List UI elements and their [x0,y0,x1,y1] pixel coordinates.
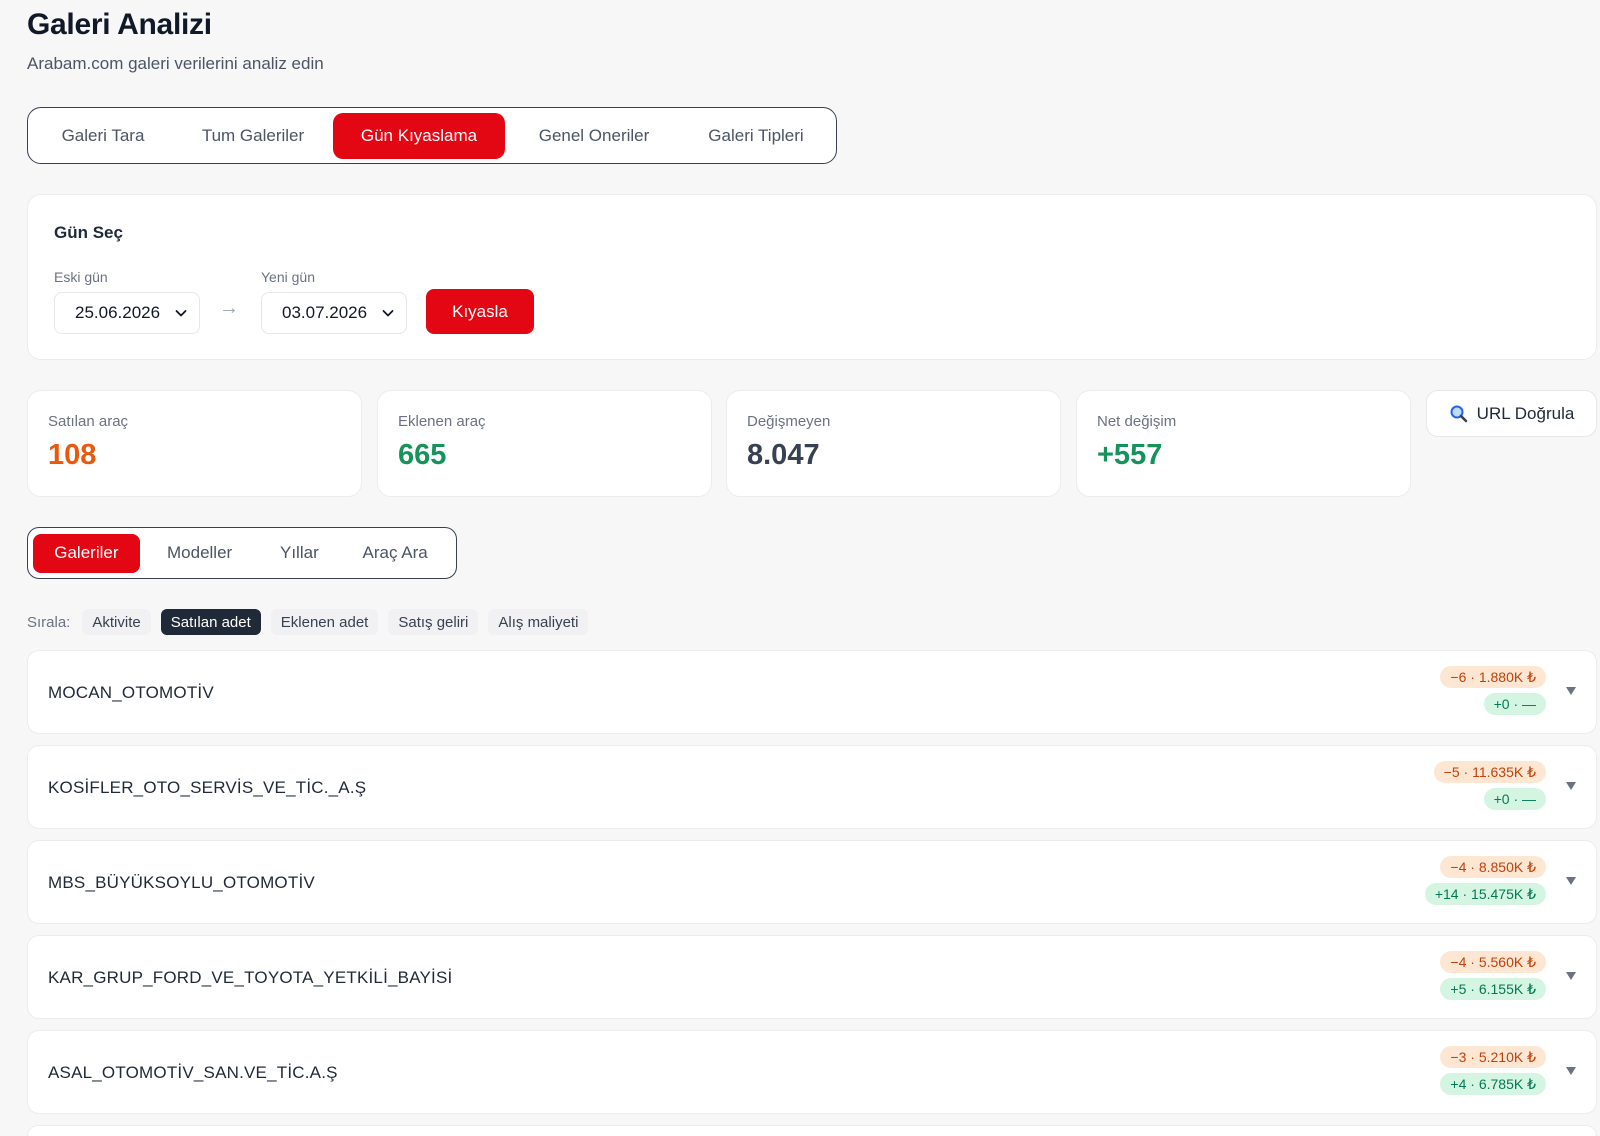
sort-purchase-cost[interactable]: Alış maliyeti [488,609,589,635]
new-day-label: Yeni gün [261,269,315,285]
expand-triangle-icon[interactable] [1564,684,1578,698]
arrow-right-icon: → [219,297,239,319]
gallery-name: ASAL_OTOMOTİV_SAN.VE_TİC.A.Ş [48,1063,338,1082]
expand-triangle-icon[interactable] [1564,874,1578,888]
gallery-row[interactable]: MOCAN_OTOMOTİV −6 · 1.880K ₺ +0 · — [27,650,1597,734]
added-badge: +0 · — [1483,788,1546,810]
sort-sales-revenue[interactable]: Satış geliri [388,609,479,635]
page-title: Galeri Analizi [27,8,212,41]
gallery-row[interactable]: KOSİFLER_OTO_SERVİS_VE_TİC._A.Ş −5 · 11.… [27,745,1597,829]
url-check-label: URL Doğrula [1476,403,1575,423]
gallery-row[interactable]: ASAL_OTOMOTİV_SAN.VE_TİC.A.Ş −3 · 5.210K… [27,1030,1597,1114]
tab-galeriler[interactable]: Galeriler [33,533,140,573]
stat-card-unchanged: Değişmeyen 8.047 [726,390,1061,497]
gallery-row[interactable]: MBS_BÜYÜKSOYLU_OTOMOTİV −4 · 8.850K ₺ +1… [27,840,1597,924]
stat-label: Değişmeyen [747,413,831,430]
sold-badge: −3 · 5.210K ₺ [1440,1046,1546,1068]
chevron-down-icon [175,310,187,317]
compare-button[interactable]: Kıyasla [426,289,534,334]
added-badge: +4 · 6.785K ₺ [1440,1073,1546,1095]
tab-gun-kiyaslama[interactable]: Gün Kıyaslama [333,112,505,159]
gallery-badges: −5 · 11.635K ₺ +0 · — [1433,761,1546,810]
stat-value: +557 [1097,439,1163,471]
expand-triangle-icon[interactable] [1564,779,1578,793]
sold-badge: −5 · 11.635K ₺ [1433,761,1546,783]
gallery-badges: −3 · 5.210K ₺ +4 · 6.785K ₺ [1440,1046,1546,1095]
old-day-value: 25.06.2026 [75,303,161,322]
new-day-value: 03.07.2026 [282,303,368,322]
sort-bar: Sırala: Aktivite Satılan adet Eklenen ad… [27,609,589,635]
sold-badge: −4 · 5.560K ₺ [1440,951,1546,973]
stat-value: 108 [48,439,97,471]
sold-badge: −4 · 8.850K ₺ [1440,856,1546,878]
gallery-badges: −4 · 8.850K ₺ +14 · 15.475K ₺ [1424,856,1546,905]
sold-badge: −6 · 1.880K ₺ [1440,666,1546,688]
main-tab-bar: Galeri Tara Tum Galeriler Gün Kıyaslama … [27,107,837,164]
new-day-select[interactable]: 03.07.2026 [261,292,407,334]
gallery-name: KAR_GRUP_FORD_VE_TOYOTA_YETKİLİ_BAYİSİ [48,968,453,987]
stat-card-sold: Satılan araç 108 [27,390,362,497]
tab-tum-galeriler[interactable]: Tum Galeriler [173,113,333,159]
gallery-name: KOSİFLER_OTO_SERVİS_VE_TİC._A.Ş [48,778,367,797]
sort-added-count[interactable]: Eklenen adet [270,609,379,635]
old-day-select[interactable]: 25.06.2026 [54,292,200,334]
gallery-name: MOCAN_OTOMOTİV [48,683,214,702]
stat-label: Net değişim [1097,413,1177,430]
tab-genel-oneriler[interactable]: Genel Oneriler [505,113,683,159]
stat-card-net: Net değişim +557 [1076,390,1411,497]
day-select-card: Gün Seç Eski gün 25.06.2026 → Yeni gün 0… [27,194,1597,360]
gallery-name: MBS_BÜYÜKSOYLU_OTOMOTİV [48,873,315,892]
tab-galeri-tara[interactable]: Galeri Tara [33,113,173,159]
tab-arac-ara[interactable]: Araç Ara [339,534,451,573]
stat-value: 8.047 [747,439,820,471]
gallery-badges: −6 · 1.880K ₺ +0 · — [1440,666,1546,715]
sub-tab-bar: Galeriler Modeller Yıllar Araç Ara [27,527,457,579]
gallery-row[interactable] [27,1125,1597,1136]
magnifier-icon [1450,405,1467,422]
stat-label: Eklenen araç [398,413,486,430]
page: Galeri Analizi Arabam.com galeri veriler… [0,0,1600,1136]
stat-value: 665 [398,439,447,471]
url-check-button[interactable]: URL Doğrula [1426,390,1597,437]
sort-label: Sırala: [27,613,71,631]
gallery-row[interactable]: KAR_GRUP_FORD_VE_TOYOTA_YETKİLİ_BAYİSİ −… [27,935,1597,1019]
expand-triangle-icon[interactable] [1564,969,1578,983]
sort-sold-count[interactable]: Satılan adet [160,609,261,635]
tab-yillar[interactable]: Yıllar [259,534,339,573]
chevron-down-icon [382,310,394,317]
day-select-title: Gün Seç [54,223,123,242]
page-subtitle: Arabam.com galeri verilerini analiz edin [27,54,324,73]
tab-galeri-tipleri[interactable]: Galeri Tipleri [683,113,829,159]
sort-activity[interactable]: Aktivite [82,609,151,635]
stat-card-added: Eklenen araç 665 [377,390,712,497]
added-badge: +0 · — [1483,693,1546,715]
added-badge: +5 · 6.155K ₺ [1440,978,1546,1000]
expand-triangle-icon[interactable] [1564,1064,1578,1078]
tab-modeller[interactable]: Modeller [140,534,260,573]
gallery-badges: −4 · 5.560K ₺ +5 · 6.155K ₺ [1440,951,1546,1000]
added-badge: +14 · 15.475K ₺ [1424,883,1546,905]
stat-label: Satılan araç [48,413,129,430]
old-day-label: Eski gün [54,269,108,285]
